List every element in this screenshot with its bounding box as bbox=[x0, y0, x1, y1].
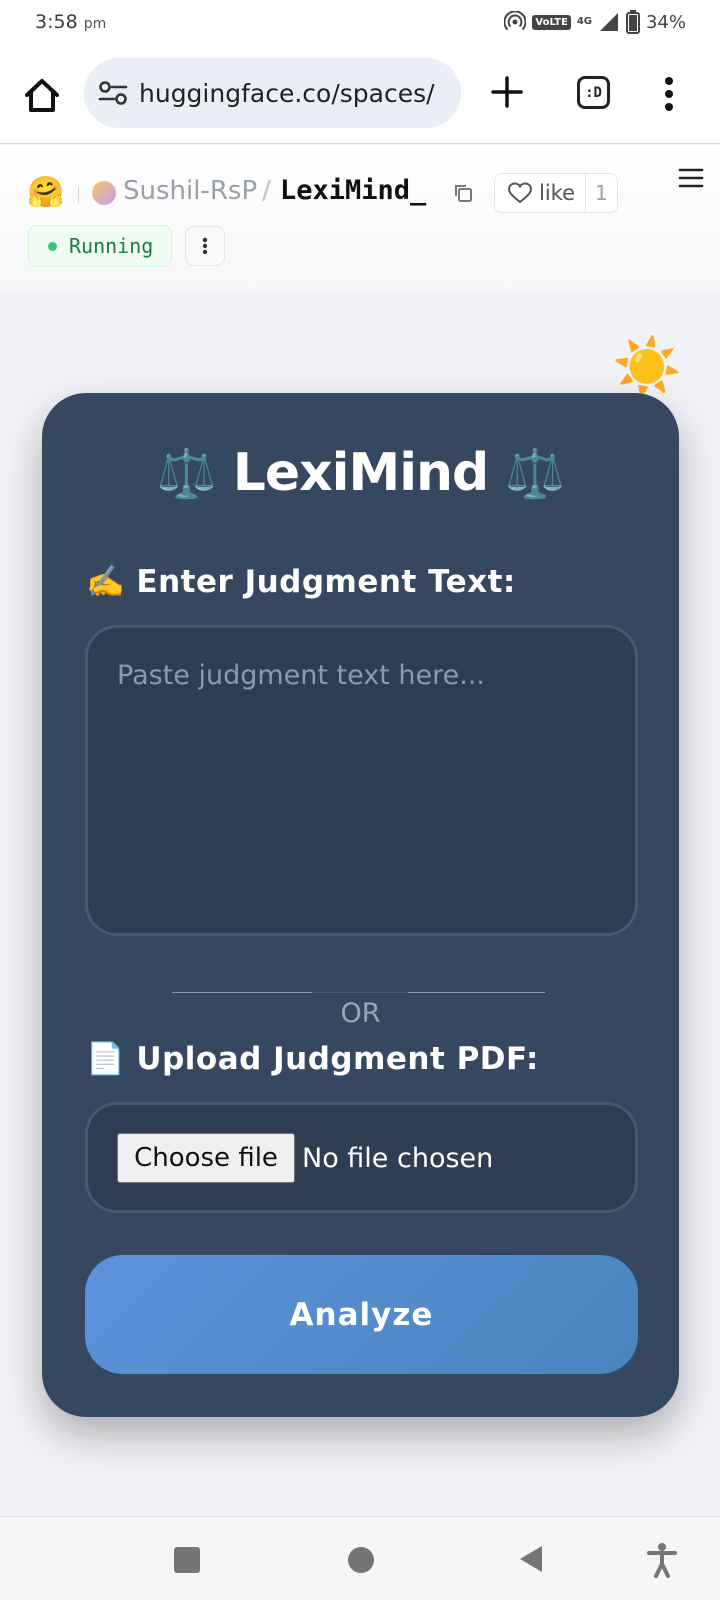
pdf-file-input[interactable]: Choose file No file chosen bbox=[85, 1102, 638, 1213]
hamburger-menu-icon[interactable] bbox=[678, 167, 704, 189]
space-header: 🤗 Sushil-RsP / LexiMind_ like 1 Running bbox=[0, 145, 720, 293]
home-icon[interactable] bbox=[22, 76, 62, 116]
upload-pdf-label: 📄 Upload Judgment PDF: bbox=[86, 1040, 539, 1077]
clock-time: 3:58 bbox=[35, 11, 78, 33]
like-button[interactable]: like 1 bbox=[494, 173, 618, 213]
browser-toolbar: huggingface.co/spaces/ :D bbox=[0, 48, 720, 144]
site-settings-icon[interactable] bbox=[98, 80, 128, 106]
judgment-text-label: ✍️ Enter Judgment Text: bbox=[86, 563, 516, 600]
new-tab-icon[interactable] bbox=[489, 74, 525, 110]
space-options-button[interactable] bbox=[185, 226, 225, 266]
repo-name-link[interactable]: LexiMind_ bbox=[280, 175, 426, 206]
system-navigation-bar bbox=[0, 1516, 720, 1600]
theme-toggle-sun-icon[interactable]: ☀️ bbox=[612, 337, 682, 397]
hotspot-icon bbox=[504, 11, 527, 31]
app-title: ⚖️ LexiMind ⚖️ bbox=[42, 443, 679, 503]
like-count: 1 bbox=[595, 181, 608, 205]
analyze-button[interactable]: Analyze bbox=[85, 1255, 638, 1374]
breadcrumb-separator: / bbox=[262, 176, 271, 206]
or-separator-text: OR bbox=[340, 998, 381, 1029]
header-divider bbox=[78, 187, 79, 203]
home-nav-icon[interactable] bbox=[348, 1547, 374, 1573]
scales-icon-left: ⚖️ bbox=[156, 446, 217, 502]
browser-menu-icon[interactable] bbox=[664, 76, 674, 112]
address-bar[interactable]: huggingface.co/spaces/ bbox=[84, 58, 461, 128]
status-text: Running bbox=[69, 234, 154, 258]
network-type: 4G bbox=[576, 16, 592, 27]
or-divider-right bbox=[408, 992, 545, 993]
status-bar: 3:58 pm VoLTE 4G 34% bbox=[0, 0, 720, 48]
status-icons: VoLTE 4G 34% bbox=[504, 10, 686, 34]
writing-hand-icon: ✍️ bbox=[86, 564, 126, 600]
running-status-badge[interactable]: Running bbox=[28, 225, 172, 267]
battery-percent: 34% bbox=[645, 11, 686, 33]
signal-icon bbox=[599, 13, 618, 31]
or-divider-left bbox=[172, 992, 312, 993]
document-icon: 📄 bbox=[86, 1041, 126, 1077]
copy-icon[interactable] bbox=[452, 182, 474, 204]
like-divider bbox=[585, 174, 586, 212]
judgment-text-input[interactable] bbox=[85, 625, 638, 936]
or-divider-mid bbox=[312, 992, 408, 993]
url-text[interactable]: huggingface.co/spaces/ bbox=[139, 79, 435, 108]
file-status-text: No file chosen bbox=[302, 1143, 494, 1174]
choose-file-button[interactable]: Choose file bbox=[117, 1133, 295, 1183]
clock-ampm: pm bbox=[83, 16, 107, 32]
tab-switcher-button[interactable]: :D bbox=[577, 76, 610, 109]
heart-icon bbox=[507, 182, 533, 204]
app-title-text: LexiMind bbox=[232, 443, 490, 503]
tab-switcher-label: :D bbox=[585, 84, 602, 101]
accessibility-icon[interactable] bbox=[646, 1542, 678, 1578]
recents-icon[interactable] bbox=[174, 1547, 200, 1573]
battery-icon bbox=[625, 10, 640, 34]
status-dot-icon bbox=[48, 241, 57, 251]
huggingface-logo-icon[interactable]: 🤗 bbox=[27, 175, 64, 210]
back-icon[interactable] bbox=[518, 1544, 544, 1574]
upload-pdf-label-text: Upload Judgment PDF: bbox=[136, 1041, 539, 1077]
scales-icon-right: ⚖️ bbox=[505, 446, 565, 502]
owner-link[interactable]: Sushil-RsP bbox=[123, 176, 257, 206]
leximind-card: ⚖️ LexiMind ⚖️ ✍️ Enter Judgment Text: O… bbox=[42, 393, 679, 1417]
volte-badge: VoLTE bbox=[532, 14, 571, 30]
status-time: 3:58 pm bbox=[35, 11, 106, 33]
like-label: like bbox=[539, 181, 576, 205]
owner-avatar[interactable] bbox=[92, 181, 116, 205]
judgment-text-label-text: Enter Judgment Text: bbox=[136, 564, 516, 600]
more-vertical-icon bbox=[202, 237, 208, 255]
